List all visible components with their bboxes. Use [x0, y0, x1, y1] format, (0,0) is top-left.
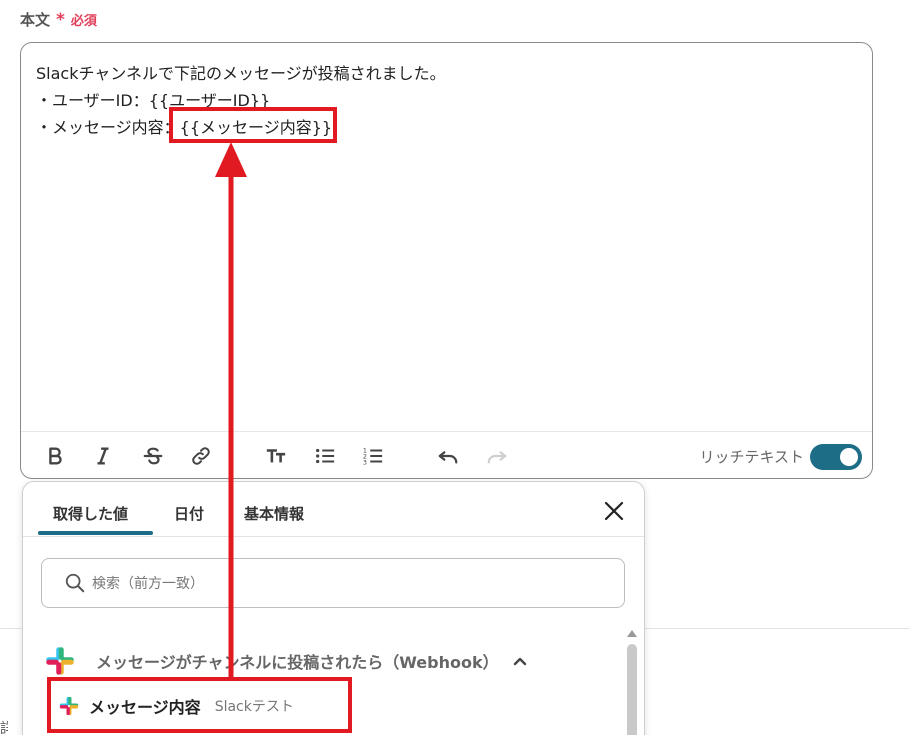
field-label: 本文 * 必須	[20, 9, 97, 30]
link-icon[interactable]	[189, 444, 213, 468]
redo-icon[interactable]	[485, 444, 509, 468]
strikethrough-icon[interactable]	[141, 444, 165, 468]
rich-text-toggle[interactable]	[810, 444, 862, 470]
italic-icon[interactable]	[91, 444, 115, 468]
tab-date[interactable]: 日付	[174, 503, 204, 524]
chevron-up-icon[interactable]	[513, 654, 527, 668]
undo-icon[interactable]	[436, 444, 460, 468]
search-input[interactable]: 検索（前方一致）	[41, 558, 625, 608]
scroll-thumb[interactable]	[627, 644, 637, 735]
edge-text: 詳	[0, 721, 8, 735]
rich-text-label: リッチテキスト	[699, 448, 804, 466]
highlight-box-placeholder	[169, 107, 337, 143]
body-editor[interactable]: Slackチャンネルで下記のメッセージが投稿されました。 ・ユーザーID：{{ユ…	[20, 42, 873, 479]
text-size-icon[interactable]	[264, 444, 288, 468]
field-label-text: 本文	[20, 11, 51, 29]
highlight-box-value-item	[47, 677, 352, 733]
numbered-list-icon[interactable]: 123	[361, 444, 385, 468]
trigger-group-title: メッセージがチャンネルに投稿されたら（Webhook）	[96, 653, 499, 672]
slack-icon	[46, 647, 74, 675]
editor-toolbar: 123 リッチテキスト	[21, 431, 872, 479]
close-icon[interactable]	[602, 499, 626, 523]
scroll-up-arrow[interactable]	[627, 630, 637, 637]
picker-tabs: 取得した値 日付 基本情報	[23, 482, 644, 537]
tab-basic-info[interactable]: 基本情報	[244, 503, 304, 524]
svg-text:3: 3	[363, 458, 367, 466]
tab-acquired-values[interactable]: 取得した値	[53, 503, 128, 524]
scrollbar[interactable]	[626, 630, 638, 735]
required-badge: 必須	[70, 14, 97, 29]
bullet-list-icon[interactable]	[313, 444, 337, 468]
active-tab-indicator	[38, 531, 153, 535]
search-icon	[65, 573, 85, 593]
bold-icon[interactable]	[43, 444, 67, 468]
required-asterisk: *	[56, 9, 65, 30]
editor-line: Slackチャンネルで下記のメッセージが投稿されました。	[36, 64, 446, 83]
search-placeholder: 検索（前方一致）	[92, 576, 204, 592]
trigger-group-header[interactable]: メッセージがチャンネルに投稿されたら（Webhook）	[45, 645, 527, 677]
toggle-knob	[840, 448, 858, 466]
